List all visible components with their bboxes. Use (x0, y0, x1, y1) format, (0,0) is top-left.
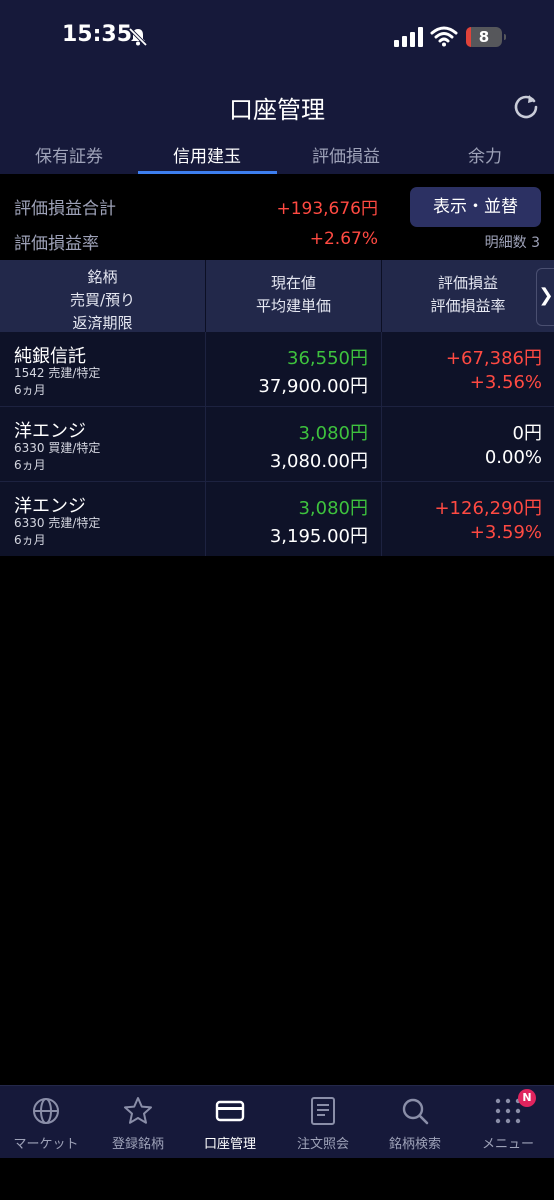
header-col-price[interactable]: 現在値 平均建単価 (206, 272, 381, 318)
page-title: 口座管理 (229, 96, 325, 124)
tab-holdings[interactable]: 保有証券 (0, 142, 138, 167)
tabbar-search[interactable]: 銘柄検索 (369, 1086, 461, 1158)
globe-icon (33, 1098, 59, 1124)
header-avg-price: 平均建単価 (255, 297, 331, 315)
row-pl: +126,290円 (434, 498, 542, 519)
tab-buying-power[interactable]: 余力 (416, 142, 554, 167)
row-avg-price: 3,080.00円 (269, 451, 368, 472)
tabbar-menu[interactable]: メニュー (462, 1086, 554, 1158)
battery-indicator: 8 (466, 27, 506, 47)
row-pl: +67,386円 (445, 348, 542, 369)
row-trade-info: 6330 買建/特定 6ヵ月 (14, 441, 101, 472)
star-icon (124, 1097, 152, 1124)
bottom-tab-bar: マーケット 登録銘柄 口座管理 注文照会 銘柄検索 メニュー (0, 1085, 554, 1158)
item-count: 明細数 3 (484, 235, 540, 251)
row-current-price: 3,080円 (298, 423, 368, 444)
tabbar-orders[interactable]: 注文照会 (277, 1086, 369, 1158)
signal-icon (394, 27, 423, 47)
row-pl-rate: 0.00% (484, 447, 542, 468)
tabbar-label: 登録銘柄 (111, 1137, 164, 1152)
header-col-symbol[interactable]: 銘柄 売買/預り 返済期限 (0, 266, 205, 335)
row-avg-price: 3,195.00円 (269, 526, 368, 547)
header-current-price: 現在値 (270, 274, 316, 292)
tab-valuation[interactable]: 評価損益 (277, 142, 415, 167)
header-symbol: 銘柄 (87, 268, 118, 286)
document-icon (311, 1097, 335, 1125)
pl-rate-label: 評価損益率 (14, 234, 99, 254)
header-pl: 評価損益 (437, 274, 498, 292)
tabbar-label: マーケット (13, 1137, 79, 1152)
table-row[interactable]: 純銀信託 1542 売建/特定 6ヵ月 36,550円 37,900.00円 +6… (0, 332, 554, 406)
row-pl-rate: +3.59% (469, 522, 542, 543)
header-pl-rate: 評価損益率 (430, 297, 506, 315)
tab-margin-positions[interactable]: 信用建玉 (138, 142, 276, 167)
bell-muted-icon (128, 27, 148, 47)
row-pl-rate: +3.56% (469, 372, 542, 393)
row-current-price: 3,080円 (298, 498, 368, 519)
account-tabs: 保有証券 信用建玉 評価損益 余力 (0, 136, 554, 174)
search-icon (402, 1098, 429, 1125)
refresh-icon[interactable] (512, 92, 540, 120)
table-row[interactable]: 洋エンジ 6330 買建/特定 6ヵ月 3,080円 3,080.00円 0円 0… (0, 407, 554, 481)
tabbar-watchlist[interactable]: 登録銘柄 (92, 1086, 184, 1158)
scroll-right-chevron-icon[interactable]: ❯ (536, 268, 554, 326)
row-current-price: 36,550円 (287, 348, 368, 369)
table-row[interactable]: 洋エンジ 6330 売建/特定 6ヵ月 3,080円 3,195.00円 +126… (0, 482, 554, 556)
tabbar-label: 銘柄検索 (388, 1137, 441, 1152)
row-trade-info: 1542 売建/特定 6ヵ月 (14, 366, 101, 397)
pl-rate-value: +2.67% (309, 229, 378, 249)
tabbar-label: 注文照会 (296, 1137, 349, 1152)
row-pl: 0円 (512, 423, 542, 444)
row-trade-info: 6330 売建/特定 6ヵ月 (14, 516, 101, 547)
row-avg-price: 37,900.00円 (258, 376, 368, 397)
summary-panel: 評価損益合計 +193,676円 評価損益率 +2.67% 表示・並替 明細数 … (0, 174, 554, 260)
display-sort-button[interactable]: 表示・並替 (410, 187, 541, 227)
card-icon (215, 1100, 245, 1122)
total-pl-value: +193,676円 (276, 199, 378, 219)
status-time: 15:35 (62, 22, 133, 47)
header-col-pl[interactable]: 評価損益 評価損益率 (382, 272, 554, 318)
status-bar: 15:35 8 (0, 0, 554, 76)
header-trade-type: 売買/預り (69, 291, 136, 309)
tabbar-market[interactable]: マーケット (0, 1086, 92, 1158)
battery-level: 8 (478, 28, 490, 46)
tabbar-account[interactable]: 口座管理 (184, 1086, 276, 1158)
wifi-icon (430, 26, 458, 47)
notification-badge: N (518, 1089, 536, 1107)
app-header: 口座管理 (0, 76, 554, 136)
tabbar-label: メニュー (481, 1137, 534, 1152)
total-pl-label: 評価損益合計 (14, 199, 116, 219)
tabbar-label: 口座管理 (203, 1137, 256, 1152)
table-header: 銘柄 売買/預り 返済期限 現在値 平均建単価 評価損益 評価損益率 ❯ (0, 260, 554, 332)
